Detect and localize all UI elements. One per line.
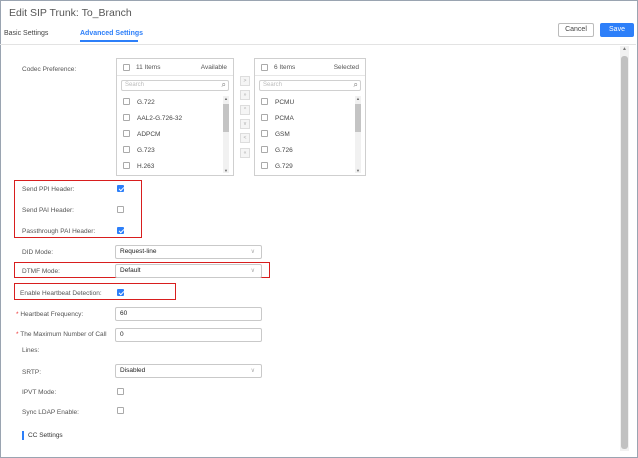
item-checkbox[interactable] xyxy=(123,130,130,137)
active-tab-indicator xyxy=(80,40,138,42)
page-scrollbar[interactable]: ▲ xyxy=(620,46,629,451)
item-checkbox[interactable] xyxy=(123,98,130,105)
available-scroll-thumb[interactable] xyxy=(223,104,229,132)
item-checkbox[interactable] xyxy=(261,114,268,121)
move-all-left-icon[interactable]: « xyxy=(240,148,250,158)
list-item[interactable]: G.726 xyxy=(261,146,293,154)
sync-ldap-checkbox[interactable] xyxy=(117,407,124,414)
chevron-down-icon: ∨ xyxy=(250,249,255,255)
selected-select-all-checkbox[interactable] xyxy=(261,64,268,71)
scroll-up-icon[interactable]: ▲ xyxy=(223,96,229,101)
selected-list-header: 6 Items Selected xyxy=(255,59,365,76)
list-item[interactable]: G.729 xyxy=(261,162,293,170)
sync-ldap-label: Sync LDAP Enable: xyxy=(22,409,79,416)
heartbeat-detection-label: Enable Heartbeat Detection: xyxy=(20,290,102,297)
selected-count: 6 Items xyxy=(274,64,296,71)
list-item[interactable]: ADPCM xyxy=(123,130,160,138)
list-item[interactable]: G.723 xyxy=(123,146,155,154)
move-up-icon[interactable]: ^ xyxy=(240,105,250,115)
ipvt-mode-label: IPVT Mode: xyxy=(22,389,57,396)
search-icon: ⌕ xyxy=(353,80,358,89)
selected-scroll-thumb[interactable] xyxy=(355,104,361,132)
available-codec-list: 11 Items Available Search ⌕ G.722 AAL2-G… xyxy=(116,58,234,176)
list-item[interactable]: GSM xyxy=(261,130,290,138)
item-checkbox[interactable] xyxy=(123,114,130,121)
tab-basic-settings[interactable]: Basic Settings xyxy=(4,30,48,37)
scroll-up-icon[interactable]: ▲ xyxy=(355,96,361,101)
item-checkbox[interactable] xyxy=(261,146,268,153)
list-item[interactable]: PCMA xyxy=(261,114,294,122)
selected-list-scrollbar[interactable]: ▲ ▼ xyxy=(355,96,361,173)
move-right-icon[interactable]: > xyxy=(240,76,250,86)
send-pai-header-label: Send PAI Header: xyxy=(22,207,74,214)
list-item[interactable]: AAL2-G.726-32 xyxy=(123,114,182,122)
available-list-header: 11 Items Available xyxy=(117,59,233,76)
send-ppi-header-checkbox[interactable] xyxy=(117,185,124,192)
max-call-lines-label-cont: Lines: xyxy=(22,347,40,354)
item-checkbox[interactable] xyxy=(261,162,268,169)
required-mark: * xyxy=(16,311,19,318)
search-icon: ⌕ xyxy=(221,80,226,89)
list-item[interactable]: PCMU xyxy=(261,98,294,106)
list-item[interactable]: H.263 xyxy=(123,162,154,170)
heartbeat-detection-checkbox[interactable] xyxy=(117,289,124,296)
send-ppi-header-label: Send PPI Header: xyxy=(22,186,75,193)
dtmf-mode-select[interactable]: Default ∨ xyxy=(115,264,262,278)
available-search-input[interactable]: Search ⌕ xyxy=(121,80,229,91)
ipvt-mode-checkbox[interactable] xyxy=(117,388,124,395)
selected-title: Selected xyxy=(333,64,359,71)
scroll-up-icon[interactable]: ▲ xyxy=(621,46,628,54)
srtp-select[interactable]: Disabled ∨ xyxy=(115,364,262,378)
cancel-button[interactable]: Cancel xyxy=(558,23,594,37)
page-title: Edit SIP Trunk: To_Branch xyxy=(9,7,132,19)
selected-codec-list: 6 Items Selected Search ⌕ PCMU PCMA GSM … xyxy=(254,58,366,176)
page-scroll-thumb[interactable] xyxy=(621,56,628,449)
scroll-down-icon[interactable]: ▼ xyxy=(355,168,361,173)
scroll-down-icon[interactable]: ▼ xyxy=(223,168,229,173)
send-pai-header-checkbox[interactable] xyxy=(117,206,124,213)
available-title: Available xyxy=(200,64,227,71)
item-checkbox[interactable] xyxy=(261,130,268,137)
save-button[interactable]: Save xyxy=(600,23,634,37)
srtp-label: SRTP: xyxy=(22,369,42,376)
tab-advanced-settings[interactable]: Advanced Settings xyxy=(80,30,143,37)
item-checkbox[interactable] xyxy=(261,98,268,105)
available-select-all-checkbox[interactable] xyxy=(123,64,130,71)
codec-preference-label: Codec Preference: xyxy=(22,66,77,73)
section-marker xyxy=(22,431,24,440)
passthrough-pai-header-label: Passthrough PAI Header: xyxy=(22,228,96,235)
move-down-icon[interactable]: v xyxy=(240,119,250,129)
move-all-right-icon[interactable]: » xyxy=(240,90,250,100)
item-checkbox[interactable] xyxy=(123,146,130,153)
chevron-down-icon: ∨ xyxy=(250,268,255,274)
dtmf-mode-label: DTMF Mode: xyxy=(22,268,60,275)
required-mark: * xyxy=(16,331,19,338)
list-item[interactable]: G.722 xyxy=(123,98,155,106)
chevron-down-icon: ∨ xyxy=(250,368,255,374)
available-list-scrollbar[interactable]: ▲ ▼ xyxy=(223,96,229,173)
available-count: 11 Items xyxy=(136,64,161,71)
passthrough-pai-header-checkbox[interactable] xyxy=(117,227,124,234)
cc-settings-heading: CC Settings xyxy=(28,432,63,439)
did-mode-label: DID Mode: xyxy=(22,249,54,256)
max-call-lines-label: * The Maximum Number of Call xyxy=(16,331,107,338)
max-call-lines-input[interactable]: 0 xyxy=(115,328,262,342)
header-divider xyxy=(0,44,636,45)
selected-search-input[interactable]: Search ⌕ xyxy=(259,80,361,91)
move-left-icon[interactable]: < xyxy=(240,133,250,143)
heartbeat-frequency-label: * Heartbeat Frequency: xyxy=(16,311,84,318)
did-mode-select[interactable]: Request-line ∨ xyxy=(115,245,262,259)
item-checkbox[interactable] xyxy=(123,162,130,169)
heartbeat-frequency-input[interactable]: 60 xyxy=(115,307,262,321)
